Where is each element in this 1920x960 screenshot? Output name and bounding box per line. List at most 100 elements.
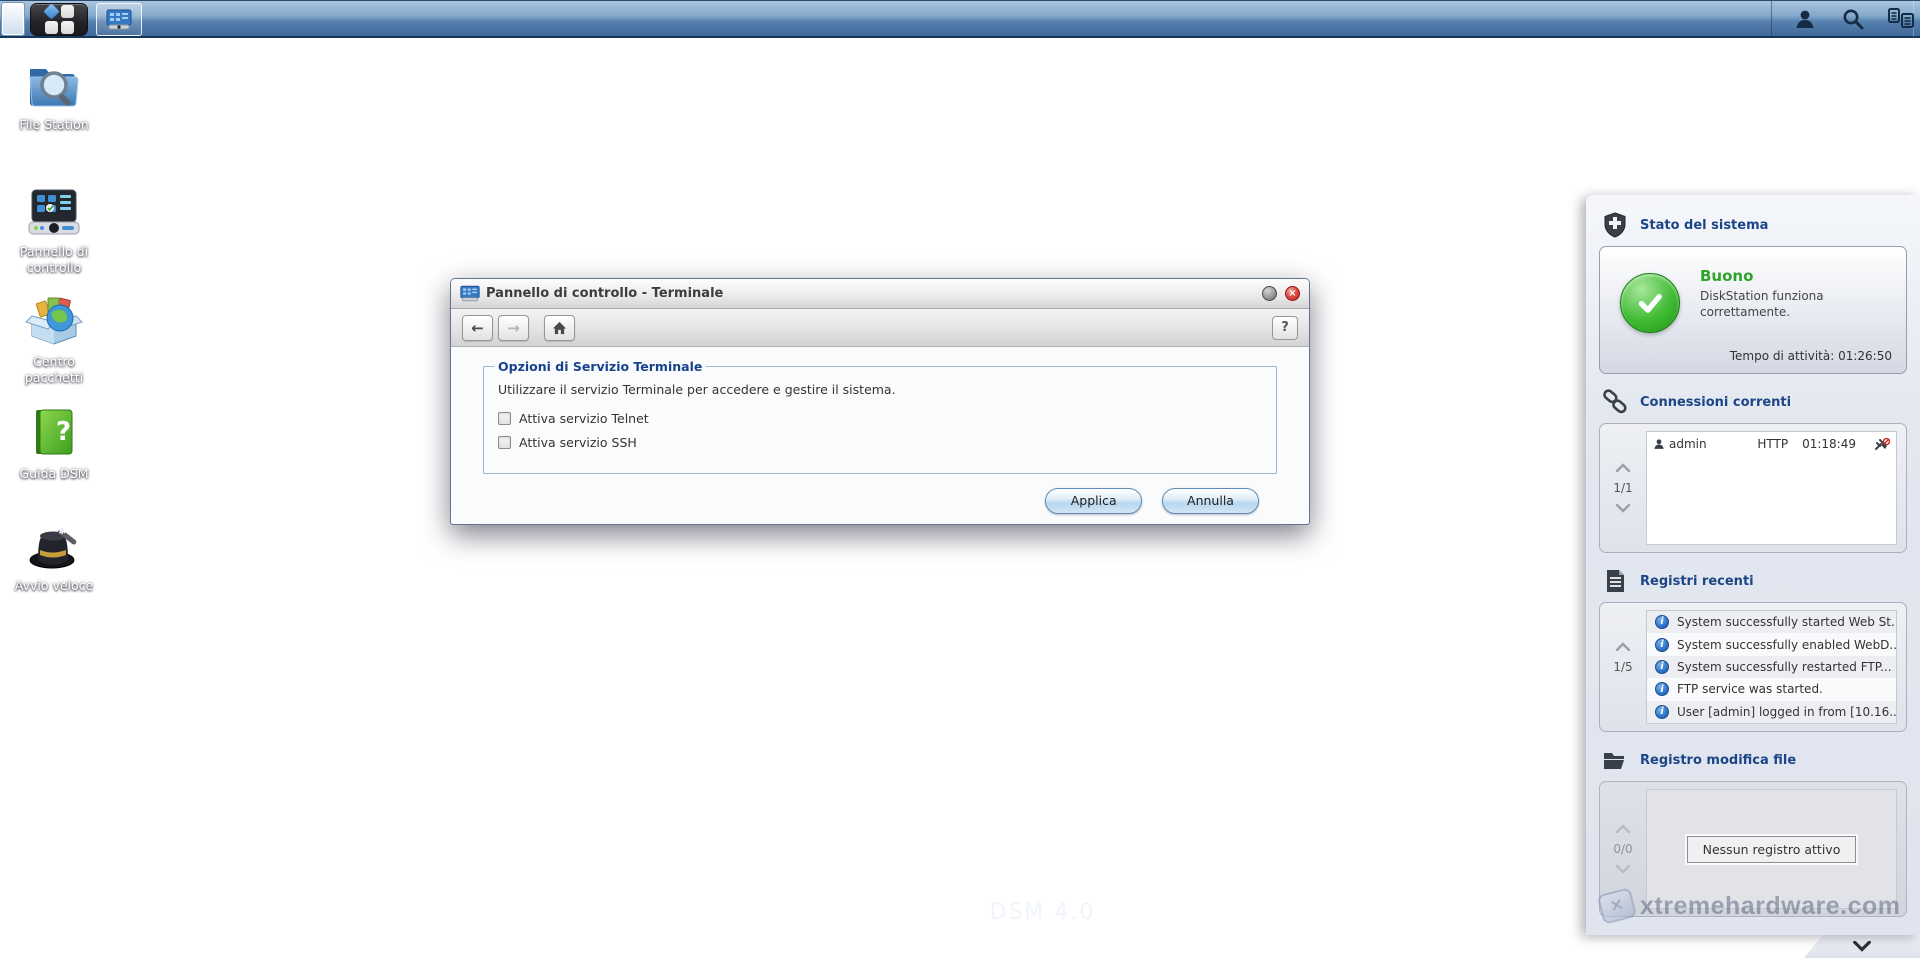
- taskbar-window-control-panel[interactable]: [96, 3, 142, 36]
- minimize-button[interactable]: [1262, 286, 1277, 301]
- desktop-icon-label: Guida DSM: [6, 466, 102, 482]
- page-up-icon[interactable]: [1615, 824, 1631, 833]
- log-row[interactable]: i FTP service was started.: [1647, 678, 1896, 700]
- page-indicator: 0/0: [1613, 842, 1632, 856]
- telnet-checkbox[interactable]: [498, 412, 511, 425]
- dialog-titlebar[interactable]: Pannello di controllo - Terminale ×: [451, 279, 1309, 309]
- uptime-text: Tempo di attività: 01:26:50: [1730, 349, 1892, 363]
- widget-panel: Stato del sistema Buono DiskStation funz…: [1586, 195, 1920, 935]
- log-text: System successfully restarted FTP...: [1677, 660, 1892, 674]
- user-icon: [1794, 8, 1816, 30]
- ssh-checkbox-label[interactable]: Attiva servizio SSH: [519, 435, 637, 450]
- main-menu-button[interactable]: [30, 3, 88, 36]
- page-down-icon[interactable]: [1615, 865, 1631, 874]
- forward-arrow-icon: →: [507, 319, 520, 337]
- log-row[interactable]: i System successfully started Web St...: [1647, 611, 1896, 633]
- connections-pager: 1/1: [1600, 424, 1646, 552]
- page-down-icon[interactable]: [1615, 504, 1631, 513]
- ssh-option-row: Attiva servizio SSH: [498, 435, 1262, 450]
- ssh-checkbox[interactable]: [498, 436, 511, 449]
- page-indicator: 1/5: [1613, 660, 1632, 674]
- desktop-icon-label: File Station: [6, 117, 102, 133]
- pilot-view-icon: [1888, 8, 1914, 30]
- dialog-body: Opzioni di Servizio Terminale Utilizzare…: [451, 347, 1309, 474]
- widget-title: Connessioni correnti: [1640, 395, 1791, 410]
- connection-row[interactable]: admin HTTP 01:18:49: [1647, 432, 1896, 456]
- terminal-options-fieldset: Opzioni di Servizio Terminale Utilizzare…: [483, 359, 1277, 474]
- widget-title: Registro modifica file: [1640, 753, 1796, 768]
- system-health-header: Stato del sistema: [1586, 205, 1920, 244]
- telnet-option-row: Attiva servizio Telnet: [498, 411, 1262, 426]
- page-indicator: 1/1: [1613, 481, 1632, 495]
- logs-card: 1/5 i System successfully started Web St…: [1599, 602, 1907, 732]
- desktop-icon-label: Centro pacchetti: [6, 354, 102, 385]
- desktop-icon-control-panel[interactable]: Pannello di controllo: [6, 182, 102, 275]
- desktop-icon-quick-start[interactable]: Avvio veloce: [6, 516, 102, 594]
- log-row[interactable]: i System successfully enabled WebD...: [1647, 633, 1896, 655]
- log-text: System successfully started Web St...: [1677, 615, 1897, 629]
- dialog-title-icon: [460, 285, 480, 302]
- home-button[interactable]: [544, 315, 575, 341]
- connections-header: Connessioni correnti: [1586, 382, 1920, 421]
- desktop-icon-label: Avvio veloce: [6, 578, 102, 594]
- file-log-header: Registro modifica file: [1586, 740, 1920, 779]
- log-text: FTP service was started.: [1677, 682, 1823, 696]
- widget-title: Registri recenti: [1640, 574, 1754, 589]
- page-down-icon[interactable]: [1614, 683, 1632, 693]
- main-menu-grid-icon: [45, 5, 74, 34]
- back-button[interactable]: ←: [462, 315, 493, 341]
- brand-version: DSM 4.0: [990, 900, 1096, 925]
- info-icon: i: [1655, 615, 1669, 629]
- log-document-icon: [1602, 568, 1628, 594]
- telnet-checkbox-label[interactable]: Attiva servizio Telnet: [519, 411, 649, 426]
- widget-panel-collapse-tab[interactable]: [1804, 935, 1920, 958]
- log-row[interactable]: i User [admin] logged in from [10.16...: [1647, 701, 1896, 723]
- page-up-icon[interactable]: [1615, 642, 1631, 651]
- forward-button[interactable]: →: [498, 315, 529, 341]
- close-button[interactable]: ×: [1285, 286, 1300, 301]
- file-log-card: 0/0 Nessun registro attivo: [1599, 781, 1907, 917]
- taskbar-right-tray: [1771, 1, 1914, 37]
- terminal-description: Utilizzare il servizio Terminale per acc…: [498, 382, 1262, 397]
- user-menu-button[interactable]: [1792, 6, 1818, 32]
- desktop-icon-package-center[interactable]: Centro pacchetti: [6, 292, 102, 385]
- disconnect-icon[interactable]: [1874, 438, 1890, 451]
- info-icon: i: [1655, 638, 1669, 652]
- pilot-view-button[interactable]: [1888, 6, 1914, 32]
- brand-syno: Syno: [868, 900, 931, 925]
- dsm-brand-watermark: Synology DSM 4.0: [868, 900, 1095, 925]
- brand-logy: logy: [931, 900, 980, 925]
- status-message: DiskStation funziona correttamente.: [1700, 289, 1860, 320]
- search-icon: [1841, 7, 1865, 31]
- help-icon: ?: [1281, 320, 1289, 335]
- logs-header: Registri recenti: [1586, 561, 1920, 600]
- quick-start-icon: [24, 516, 84, 574]
- fieldset-legend: Opzioni di Servizio Terminale: [494, 359, 706, 374]
- help-button[interactable]: ?: [1272, 316, 1298, 340]
- chain-link-icon: [1602, 389, 1628, 415]
- desktop-icon-file-station[interactable]: File Station: [6, 55, 102, 133]
- apply-button[interactable]: Applica: [1045, 488, 1142, 514]
- svg-text:?: ?: [56, 417, 71, 447]
- cancel-button[interactable]: Annulla: [1162, 488, 1259, 514]
- connection-user: admin: [1669, 437, 1757, 451]
- health-shield-icon: [1602, 212, 1628, 238]
- widget-title: Stato del sistema: [1640, 218, 1768, 233]
- status-ok-icon: [1620, 273, 1680, 333]
- file-log-list: Nessun registro attivo: [1646, 789, 1897, 909]
- desktop-icon-label: Pannello di controllo: [6, 244, 102, 275]
- page-up-icon[interactable]: [1615, 463, 1631, 472]
- connection-time: 01:18:49: [1802, 437, 1856, 451]
- show-desktop-button[interactable]: [2, 3, 24, 35]
- desktop-icon-dsm-help[interactable]: ? Guida DSM: [6, 404, 102, 482]
- package-center-icon: [24, 292, 84, 350]
- logs-list: i System successfully started Web St... …: [1646, 610, 1897, 724]
- control-panel-terminal-dialog: Pannello di controllo - Terminale × ← → …: [450, 278, 1310, 525]
- user-icon: [1653, 438, 1665, 450]
- log-text: User [admin] logged in from [10.16...: [1677, 705, 1897, 719]
- search-button[interactable]: [1840, 6, 1866, 32]
- dsm-help-icon: ?: [24, 404, 84, 462]
- control-panel-icon: [24, 182, 84, 240]
- log-row[interactable]: i System successfully restarted FTP...: [1647, 656, 1896, 678]
- dialog-toolbar: ← → ?: [451, 309, 1309, 347]
